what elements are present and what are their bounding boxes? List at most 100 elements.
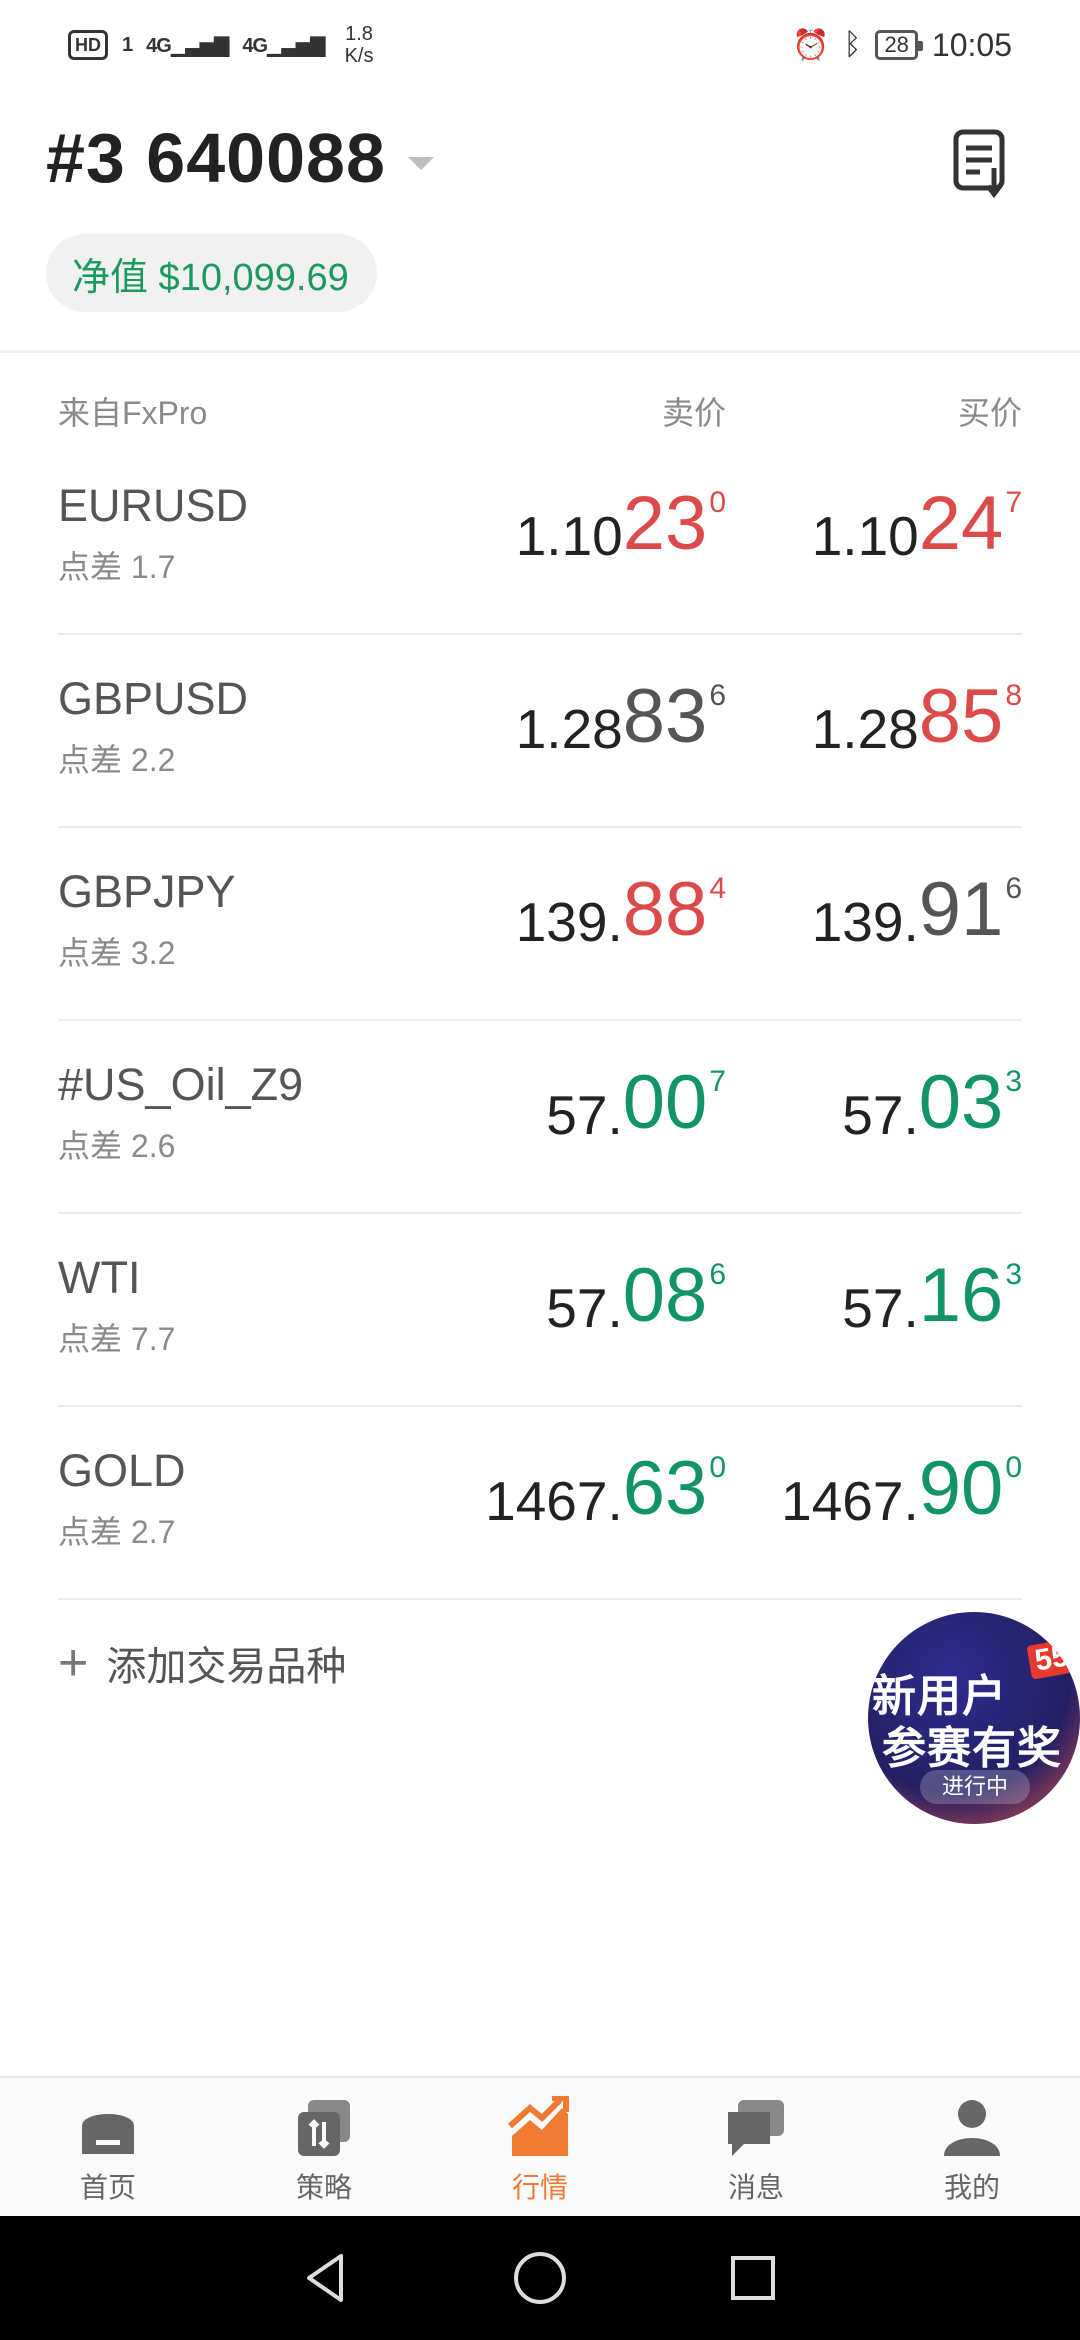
account-title: #3 640088 — [46, 119, 386, 197]
quote-row[interactable]: GBPUSD 点差 2.2 1.28 83 6 1.28 85 8 — [58, 635, 1022, 828]
quote-source-label: 来自FxPro — [58, 395, 208, 431]
sell-price-pips: 88 — [622, 867, 708, 952]
nav-messages[interactable]: 消息 — [648, 2078, 864, 2216]
clock: 10:05 — [931, 26, 1012, 63]
buy-price-fraction: 0 — [1005, 1451, 1022, 1484]
add-symbol-label: 添加交易品种 — [106, 1645, 347, 1689]
buy-price[interactable]: 1.10 24 7 — [811, 482, 1022, 567]
sell-price-fraction: 7 — [709, 1065, 726, 1098]
buy-price[interactable]: 57. 03 3 — [842, 1061, 1022, 1146]
sell-price-fraction: 6 — [709, 679, 726, 712]
caret-down-icon — [407, 156, 434, 170]
account-selector[interactable]: #3 640088 — [46, 118, 434, 198]
system-navigation-bar — [0, 2216, 1080, 2340]
buy-price-base: 1.10 — [811, 505, 919, 567]
sell-price[interactable]: 57. 00 7 — [546, 1061, 726, 1146]
symbol-spread: 点差 2.6 — [58, 1128, 176, 1164]
buy-price-pips: 91 — [918, 867, 1004, 952]
sell-price-pips: 08 — [622, 1253, 708, 1338]
buy-price-base: 57. — [842, 1084, 919, 1146]
buy-price-base: 139. — [811, 891, 919, 953]
sell-price[interactable]: 1.10 23 0 — [516, 481, 726, 567]
sell-price-pips: 23 — [622, 481, 708, 566]
plus-icon: + — [58, 1634, 89, 1692]
buy-column-header: 买价 — [957, 395, 1022, 431]
symbol-name: #US_Oil_Z9 — [58, 1059, 304, 1110]
nav-market[interactable]: 行情 — [432, 2078, 648, 2216]
nav-strategy[interactable]: 策略 — [216, 2078, 432, 2216]
hd-badge: HD — [68, 30, 108, 60]
sell-price-base: 139. — [515, 891, 623, 953]
nav-profile[interactable]: 我的 — [864, 2078, 1080, 2216]
sell-price-fraction: 4 — [709, 872, 726, 905]
quote-list: EURUSD 点差 1.7 1.10 23 0 1.10 24 7 GBPUSD 点差 2.2 1.… — [58, 442, 1022, 1600]
status-bar: HD 1 4G▁▃▅▇ 4G▁▃▅▇ 1.8 K/s ⏰ ᛒ 28 10:05 — [0, 0, 1080, 90]
sell-price-base: 57. — [546, 1084, 623, 1146]
sell-price[interactable]: 1.28 83 6 — [516, 674, 726, 760]
symbol-spread: 点差 7.7 — [58, 1321, 176, 1357]
symbol-name: EURUSD — [58, 480, 249, 531]
nav-home[interactable]: 首页 — [0, 2078, 216, 2216]
status-right: ⏰ ᛒ 28 10:05 — [792, 27, 1012, 64]
header-divider — [0, 350, 1080, 353]
symbol-spread: 点差 1.7 — [58, 549, 176, 585]
symbol-spread: 点差 2.7 — [58, 1514, 176, 1550]
sell-price-fraction: 6 — [709, 1258, 726, 1291]
buy-price-base: 1467. — [781, 1470, 919, 1532]
network-2-label: 4G — [242, 34, 268, 57]
strategy-icon — [298, 2100, 350, 2156]
sell-price[interactable]: 139. 88 4 — [515, 867, 726, 953]
quote-row[interactable]: GOLD 点差 2.7 1467. 63 0 1467. 90 0 — [58, 1407, 1022, 1600]
home-icon — [82, 2114, 134, 2154]
buy-price[interactable]: 1.28 85 8 — [812, 675, 1022, 760]
bluetooth-icon: ᛒ — [843, 28, 862, 61]
sell-price-fraction: 0 — [709, 486, 726, 519]
promo-line-2: 参赛有奖 — [882, 1724, 1062, 1773]
battery-icon: 28 — [875, 30, 924, 60]
home-circle-icon[interactable] — [510, 2248, 570, 2308]
sell-price[interactable]: 57. 08 6 — [546, 1253, 726, 1339]
sell-price-base: 57. — [546, 1277, 623, 1339]
buy-price-pips: 16 — [918, 1253, 1004, 1338]
nav-market-label: 行情 — [511, 2172, 568, 2203]
order-document-icon[interactable] — [952, 128, 1014, 198]
buy-price-pips: 90 — [918, 1446, 1004, 1531]
quotes-header: 来自FxPro 卖价 买价 — [58, 388, 1022, 431]
symbol-spread: 点差 2.2 — [58, 742, 176, 778]
symbol-name: GOLD — [58, 1445, 186, 1496]
equity-badge: 净值 $10,099.69 — [46, 234, 377, 312]
buy-price-base: 57. — [842, 1277, 919, 1339]
recents-square-icon[interactable] — [723, 2248, 783, 2308]
sell-price-base: 1467. — [485, 1470, 623, 1532]
buy-price-fraction: 3 — [1005, 1065, 1022, 1098]
quote-row[interactable]: GBPJPY 点差 3.2 139. 88 4 139. 91 6 — [58, 828, 1022, 1021]
buy-price-fraction: 6 — [1005, 872, 1022, 905]
buy-price-fraction: 8 — [1005, 679, 1022, 712]
profile-icon — [944, 2100, 1000, 2156]
net-speed-value: 1.8 — [345, 23, 373, 45]
buy-price-fraction: 3 — [1005, 1258, 1022, 1291]
symbol-spread: 点差 3.2 — [58, 935, 176, 971]
signal-2-icon: 4G▁▃▅▇ — [242, 34, 325, 57]
add-symbol-button[interactable]: + 添加交易品种 — [58, 1634, 346, 1692]
buy-price[interactable]: 1467. 90 0 — [781, 1446, 1022, 1532]
network-1-label: 4G — [146, 34, 172, 57]
nav-home-label: 首页 — [79, 2172, 136, 2203]
buy-price[interactable]: 139. 91 6 — [811, 867, 1022, 953]
quote-row[interactable]: WTI 点差 7.7 57. 08 6 57. 16 3 — [58, 1214, 1022, 1407]
back-icon[interactable] — [297, 2248, 357, 2308]
quote-row[interactable]: #US_Oil_Z9 点差 2.6 57. 00 7 57. 03 3 — [58, 1021, 1022, 1214]
net-speed: 1.8 K/s — [345, 23, 374, 67]
sell-price[interactable]: 1467. 63 0 — [485, 1446, 726, 1532]
new-user-contest-promo[interactable]: 55 新用户 参赛有奖 进行中 — [868, 1612, 1080, 1824]
symbol-name: GBPJPY — [58, 866, 236, 917]
signal-1-icon: 4G▁▃▅▇ — [146, 34, 229, 57]
sell-price-pips: 63 — [622, 1446, 708, 1531]
buy-price[interactable]: 57. 16 3 — [842, 1253, 1022, 1339]
sell-price-pips: 83 — [622, 674, 708, 759]
alarm-icon: ⏰ — [792, 28, 830, 62]
market-chart-icon — [508, 2096, 569, 2156]
message-icon — [728, 2100, 784, 2156]
buy-price-fraction: 7 — [1005, 486, 1022, 519]
quote-row[interactable]: EURUSD 点差 1.7 1.10 23 0 1.10 24 7 — [58, 442, 1022, 635]
